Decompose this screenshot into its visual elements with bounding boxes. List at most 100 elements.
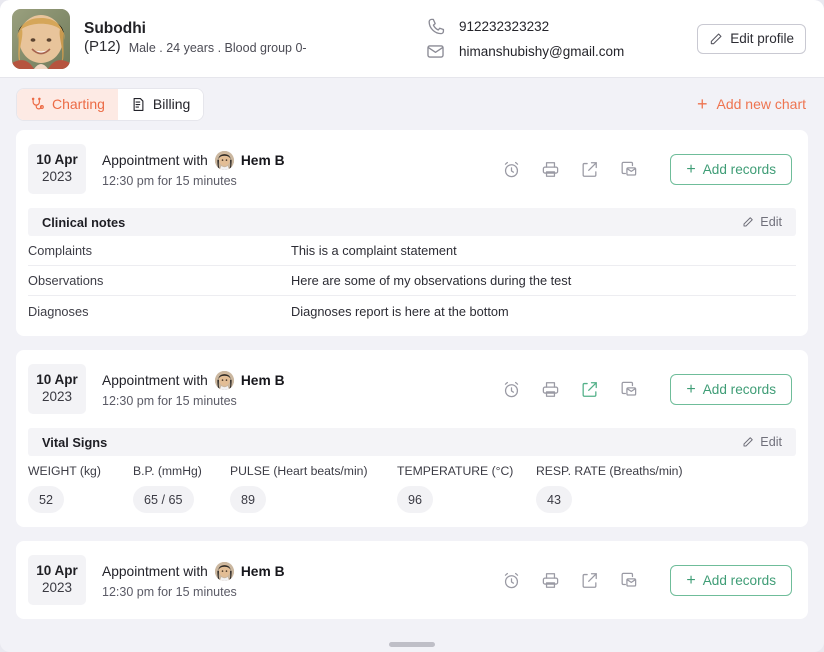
note-value: Here are some of my observations during … <box>291 273 572 288</box>
plus-icon: + <box>686 160 696 178</box>
add-records-button[interactable]: + Add records <box>670 373 792 405</box>
appointment-prefix: Appointment with <box>102 152 208 168</box>
appointment-prefix: Appointment with <box>102 563 208 579</box>
table-row: Complaints This is a complaint statement <box>28 236 796 266</box>
alarm-clock-icon[interactable] <box>502 571 521 590</box>
edit-label: Edit <box>760 215 782 229</box>
column-header-temperature: TEMPERATURE (°C) <box>397 464 514 478</box>
tab-group: Charting Billing <box>16 87 205 121</box>
patient-contact-block: 912232323232 himanshubishy@gmail.com <box>426 17 697 61</box>
patient-avatar <box>12 8 70 69</box>
stethoscope-icon <box>30 97 45 112</box>
appointment-date-year: 2023 <box>41 169 73 184</box>
send-mail-icon[interactable] <box>619 380 638 399</box>
patient-email: himanshubishy@gmail.com <box>459 43 625 59</box>
share-icon[interactable] <box>580 160 599 179</box>
doctor-name: Hem B <box>240 563 285 579</box>
pencil-icon <box>742 436 754 448</box>
printer-icon[interactable] <box>541 160 560 179</box>
patient-demographics: Male . 24 years . Blood group 0- <box>128 41 307 55</box>
share-icon[interactable] <box>580 380 599 399</box>
note-label: Observations <box>28 273 104 288</box>
vital-signs-header-row: WEIGHT (kg) B.P. (mmHg) PULSE (Heart bea… <box>28 464 796 478</box>
appointment-date-day: 10 Apr <box>36 563 78 578</box>
appointment-date-day: 10 Apr <box>36 372 78 387</box>
tab-billing-label: Billing <box>152 96 191 112</box>
edit-section-button[interactable]: Edit <box>742 435 782 449</box>
patient-email-row: himanshubishy@gmail.com <box>426 42 697 61</box>
vital-value-pulse: 89 <box>230 486 267 513</box>
appointment-info: Appointment with Hem B 12:30 pm for 15 m… <box>102 151 285 188</box>
note-value: Diagnoses report is here at the bottom <box>291 303 509 319</box>
scrollbar-handle[interactable] <box>389 642 435 647</box>
edit-profile-button[interactable]: Edit profile <box>697 23 806 54</box>
chart-card-header: 10 Apr 2023 Appointment with Hem B 12:30… <box>16 130 808 208</box>
appointment-date-year: 2023 <box>41 389 73 404</box>
appointment-info: Appointment with Hem B 12:30 pm for 15 m… <box>102 562 285 599</box>
column-header-pulse: PULSE (Heart beats/min) <box>230 464 368 478</box>
edit-section-button[interactable]: Edit <box>742 215 782 229</box>
invoice-icon <box>131 97 146 112</box>
send-mail-icon[interactable] <box>619 571 638 590</box>
mail-icon <box>426 42 445 61</box>
table-row: Diagnoses Diagnoses report is here at th… <box>28 296 796 326</box>
alarm-clock-icon[interactable] <box>502 160 521 179</box>
note-label: Complaints <box>28 243 93 258</box>
vital-value-resp-rate: 43 <box>536 486 573 513</box>
patient-identity: Subodhi (P12) Male . 24 years . Blood gr… <box>84 20 384 57</box>
add-new-chart-button[interactable]: + Add new chart <box>696 94 807 114</box>
send-mail-icon[interactable] <box>619 160 638 179</box>
appointment-date-year: 2023 <box>41 580 73 595</box>
chart-card-actions: + Add records <box>502 153 792 185</box>
doctor-name: Hem B <box>240 152 285 168</box>
note-value: This is a complaint statement <box>291 243 457 258</box>
edit-profile-label: Edit profile <box>730 31 794 46</box>
printer-icon[interactable] <box>541 571 560 590</box>
clinical-notes-table: Complaints This is a complaint statement… <box>16 236 808 336</box>
doctor-avatar <box>214 562 234 581</box>
patient-chart-app: Subodhi (P12) Male . 24 years . Blood gr… <box>0 0 824 652</box>
column-header-weight: WEIGHT (kg) <box>28 464 101 478</box>
vital-value-weight: 52 <box>28 486 65 513</box>
patient-name: Subodhi <box>84 20 146 37</box>
add-records-label: Add records <box>702 381 776 397</box>
printer-icon[interactable] <box>541 380 560 399</box>
section-header-vital-signs: Vital Signs Edit <box>28 428 796 456</box>
add-records-button[interactable]: + Add records <box>670 153 792 185</box>
add-records-label: Add records <box>702 572 776 588</box>
chart-card: 10 Apr 2023 Appointment with Hem B 12:30… <box>16 350 808 527</box>
appointment-date-badge: 10 Apr 2023 <box>28 364 86 414</box>
appointment-date-badge: 10 Apr 2023 <box>28 555 86 605</box>
appointment-time: 12:30 pm for 15 minutes <box>102 393 237 408</box>
add-new-chart-label: Add new chart <box>716 96 807 112</box>
table-row: Observations Here are some of my observa… <box>28 266 796 296</box>
section-header-clinical-notes: Clinical notes Edit <box>28 208 796 236</box>
appointment-time: 12:30 pm for 15 minutes <box>102 173 237 188</box>
tab-billing[interactable]: Billing <box>117 88 204 120</box>
add-records-button[interactable]: + Add records <box>670 564 792 596</box>
vital-signs-table: WEIGHT (kg) B.P. (mmHg) PULSE (Heart bea… <box>16 456 808 527</box>
appointment-prefix: Appointment with <box>102 372 208 388</box>
chart-card: 10 Apr 2023 Appointment with Hem B 12:30… <box>16 130 808 336</box>
chart-list[interactable]: 10 Apr 2023 Appointment with Hem B 12:30… <box>0 130 824 652</box>
chart-card-header: 10 Apr 2023 Appointment with Hem B 12:30… <box>16 541 808 619</box>
plus-icon: + <box>686 380 696 398</box>
appointment-date-badge: 10 Apr 2023 <box>28 144 86 194</box>
alarm-clock-icon[interactable] <box>502 380 521 399</box>
phone-icon <box>426 17 445 36</box>
tab-charting[interactable]: Charting <box>17 88 118 120</box>
share-icon[interactable] <box>580 571 599 590</box>
appointment-date-day: 10 Apr <box>36 152 78 167</box>
add-records-label: Add records <box>702 161 776 177</box>
patient-phone: 912232323232 <box>459 18 550 34</box>
chart-card-header: 10 Apr 2023 Appointment with Hem B 12:30… <box>16 350 808 428</box>
patient-id: (P12) <box>84 38 121 55</box>
section-title: Clinical notes <box>42 214 126 230</box>
doctor-avatar <box>214 151 234 170</box>
vital-value-bp: 65 / 65 <box>133 486 194 513</box>
patient-header: Subodhi (P12) Male . 24 years . Blood gr… <box>0 0 824 78</box>
chart-card: 10 Apr 2023 Appointment with Hem B 12:30… <box>16 541 808 619</box>
plus-icon: + <box>686 571 696 589</box>
plus-icon: + <box>696 94 708 114</box>
edit-label: Edit <box>760 435 782 449</box>
